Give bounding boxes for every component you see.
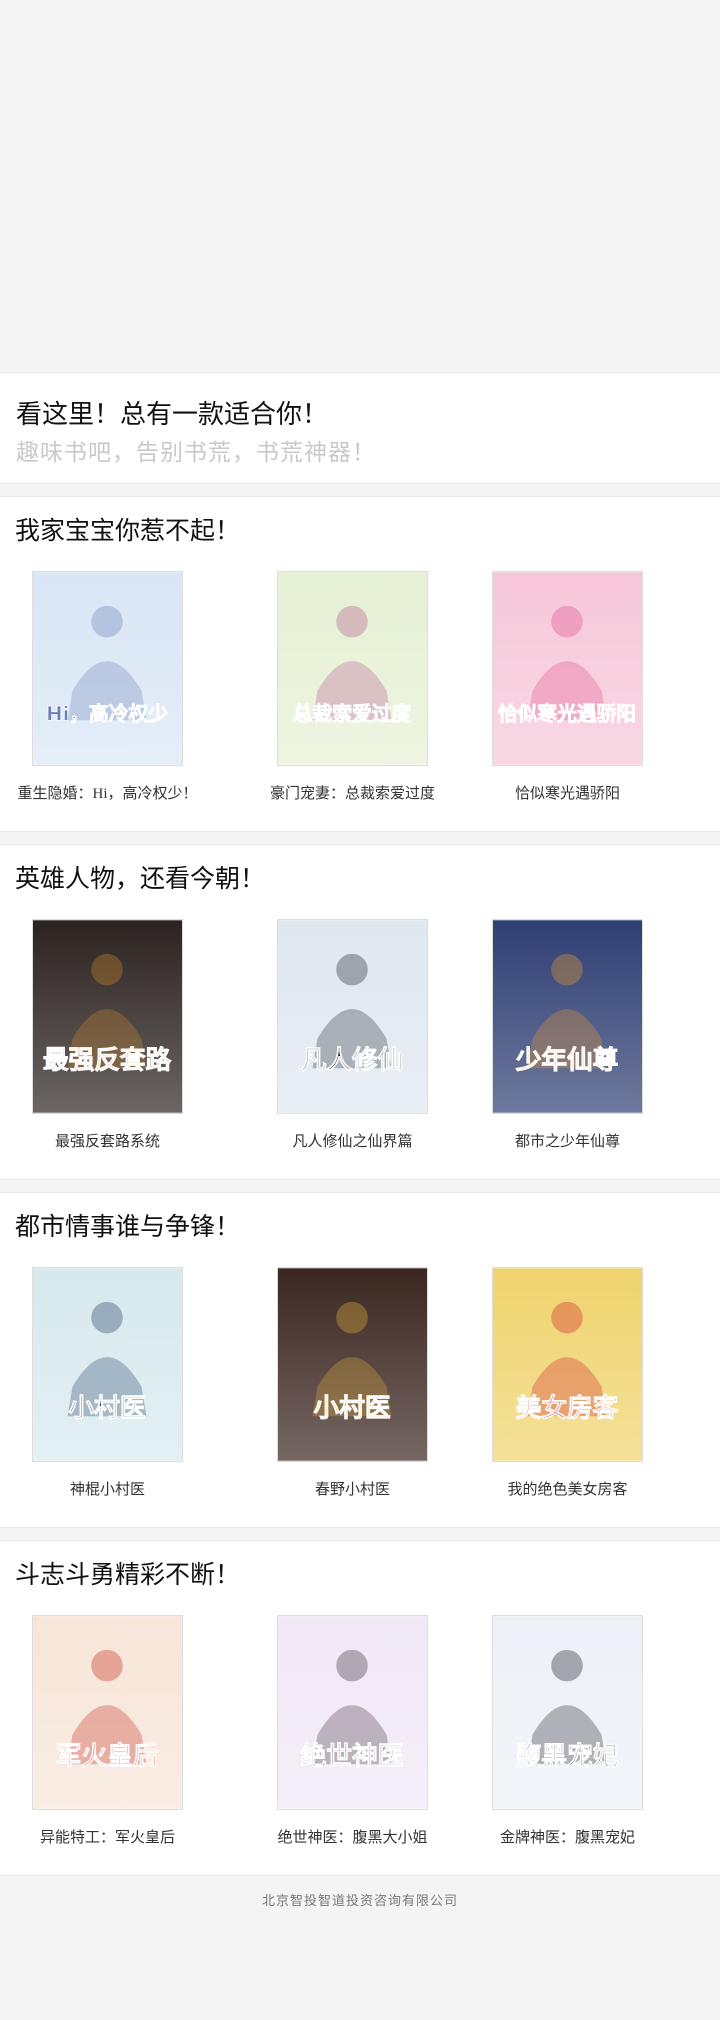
cover-art: 美女房客 xyxy=(493,1268,642,1461)
cover-figure-head xyxy=(91,1301,123,1334)
book-title[interactable]: 神棍小村医 xyxy=(0,1479,215,1501)
book-cover[interactable]: 总裁索爱过度 xyxy=(277,571,428,766)
footer: 北京智投智道投资咨询有限公司 xyxy=(0,1876,720,1976)
cover-title-text: Hi，高冷权少 xyxy=(46,702,168,725)
book-title[interactable]: 绝世神医：腹黑大小姐 xyxy=(245,1827,460,1849)
cover-figure-head xyxy=(551,1301,583,1334)
book-card[interactable]: 小村医 春野小村医 xyxy=(245,1267,460,1501)
book-card[interactable]: 军火皇后 异能特工：军火皇后 xyxy=(0,1615,215,1849)
section-title: 都市情事谁与争锋！ xyxy=(15,1214,241,1241)
book-title[interactable]: 恰似寒光遇骄阳 xyxy=(460,783,675,805)
top-blank-area xyxy=(0,0,720,372)
book-card[interactable]: 最强反套路 最强反套路系统 xyxy=(0,919,215,1153)
book-section: 我家宝宝你惹不起！ Hi，高冷权少 重生隐婚：Hi，高冷权少！ 总裁索爱过度 豪… xyxy=(0,496,720,832)
cover-art: Hi，高冷权少 xyxy=(33,572,182,765)
book-cover[interactable]: 腹黑宠妃 xyxy=(492,1615,643,1810)
cover-figure-head xyxy=(551,605,583,638)
book-title[interactable]: 都市之少年仙尊 xyxy=(460,1131,675,1153)
cover-figure-head xyxy=(91,605,123,638)
footer-company: 北京智投智道投资咨询有限公司 xyxy=(261,1893,458,1908)
cover-figure-head xyxy=(336,953,368,986)
book-card[interactable]: 腹黑宠妃 金牌神医：腹黑宠妃 xyxy=(460,1615,675,1849)
book-cover[interactable]: 绝世神医 xyxy=(277,1615,428,1810)
cover-title-text: 美女房客 xyxy=(516,1392,619,1423)
book-card[interactable]: 总裁索爱过度 豪门宠妻：总裁索爱过度 xyxy=(245,571,460,805)
cover-title-text: 总裁索爱过度 xyxy=(293,702,412,725)
book-section: 都市情事谁与争锋！ 小村医 神棍小村医 小村医 春野小村医 美女房客 我的绝色美… xyxy=(0,1192,720,1528)
cover-art: 恰似寒光遇骄阳 xyxy=(493,572,642,765)
cover-figure-head xyxy=(336,605,368,638)
cover-art: 凡人修仙 xyxy=(278,920,427,1113)
cover-art: 腹黑宠妃 xyxy=(493,1616,642,1809)
hero-subtitle: 趣味书吧，告别书荒，书荒神器！ xyxy=(16,440,376,465)
cover-figure-head xyxy=(336,1649,368,1682)
cover-art: 小村医 xyxy=(278,1268,427,1461)
book-title[interactable]: 异能特工：军火皇后 xyxy=(0,1827,215,1849)
cover-figure-head xyxy=(551,1649,583,1682)
cover-figure-head xyxy=(336,1301,368,1334)
book-card[interactable]: Hi，高冷权少 重生隐婚：Hi，高冷权少！ xyxy=(0,571,215,805)
book-title[interactable]: 凡人修仙之仙界篇 xyxy=(245,1131,460,1153)
cover-title-text: 凡人修仙 xyxy=(301,1044,404,1075)
cover-title-text: 少年仙尊 xyxy=(516,1044,619,1075)
book-title[interactable]: 最强反套路系统 xyxy=(0,1131,215,1153)
book-card[interactable]: 绝世神医 绝世神医：腹黑大小姐 xyxy=(245,1615,460,1849)
cover-title-text: 绝世神医 xyxy=(301,1740,404,1771)
book-card[interactable]: 凡人修仙 凡人修仙之仙界篇 xyxy=(245,919,460,1153)
cover-title-text: 军火皇后 xyxy=(56,1741,159,1771)
book-cover[interactable]: 最强反套路 xyxy=(32,919,183,1114)
book-card[interactable]: 少年仙尊 都市之少年仙尊 xyxy=(460,919,675,1153)
book-card[interactable]: 美女房客 我的绝色美女房客 xyxy=(460,1267,675,1501)
cover-title-text: 小村医 xyxy=(314,1393,391,1423)
section-title: 斗志斗勇精彩不断！ xyxy=(15,1562,241,1589)
cover-art: 最强反套路 xyxy=(33,920,182,1113)
book-title[interactable]: 我的绝色美女房客 xyxy=(460,1479,675,1501)
book-cover[interactable]: 凡人修仙 xyxy=(277,919,428,1114)
book-card[interactable]: 恰似寒光遇骄阳 恰似寒光遇骄阳 xyxy=(460,571,675,805)
cover-art: 少年仙尊 xyxy=(493,920,642,1113)
book-cover[interactable]: 美女房客 xyxy=(492,1267,643,1462)
hero-banner: 看这里！总有一款适合你！ 趣味书吧，告别书荒，书荒神器！ xyxy=(0,372,720,484)
book-cover[interactable]: 军火皇后 xyxy=(32,1615,183,1810)
book-cover[interactable]: 小村医 xyxy=(32,1267,183,1462)
cover-title-text: 小村医 xyxy=(69,1393,146,1423)
book-title[interactable]: 重生隐婚：Hi，高冷权少！ xyxy=(0,783,215,805)
book-title[interactable]: 春野小村医 xyxy=(245,1479,460,1501)
cover-art: 小村医 xyxy=(33,1268,182,1461)
book-cover[interactable]: 小村医 xyxy=(277,1267,428,1462)
book-cover[interactable]: 少年仙尊 xyxy=(492,919,643,1114)
cover-art: 总裁索爱过度 xyxy=(278,572,427,765)
book-cover[interactable]: Hi，高冷权少 xyxy=(32,571,183,766)
book-title[interactable]: 豪门宠妻：总裁索爱过度 xyxy=(245,783,460,805)
cover-art: 军火皇后 xyxy=(33,1616,182,1809)
hero-title: 看这里！总有一款适合你！ xyxy=(16,400,329,429)
cover-title-text: 恰似寒光遇骄阳 xyxy=(498,702,636,725)
cover-figure-head xyxy=(91,1649,123,1682)
cover-figure-head xyxy=(91,953,123,986)
book-title[interactable]: 金牌神医：腹黑宠妃 xyxy=(460,1827,675,1849)
book-cover[interactable]: 恰似寒光遇骄阳 xyxy=(492,571,643,766)
section-title: 我家宝宝你惹不起！ xyxy=(15,518,241,545)
cover-title-text: 最强反套路 xyxy=(43,1044,172,1075)
cover-title-text: 腹黑宠妃 xyxy=(515,1740,619,1771)
cover-figure-head xyxy=(551,953,583,986)
cover-art: 绝世神医 xyxy=(278,1616,427,1809)
section-title: 英雄人物，还看今朝！ xyxy=(15,866,266,893)
book-section: 英雄人物，还看今朝！ 最强反套路 最强反套路系统 凡人修仙 凡人修仙之仙界篇 少… xyxy=(0,844,720,1180)
book-section: 斗志斗勇精彩不断！ 军火皇后 异能特工：军火皇后 绝世神医 绝世神医：腹黑大小姐… xyxy=(0,1540,720,1876)
book-card[interactable]: 小村医 神棍小村医 xyxy=(0,1267,215,1501)
